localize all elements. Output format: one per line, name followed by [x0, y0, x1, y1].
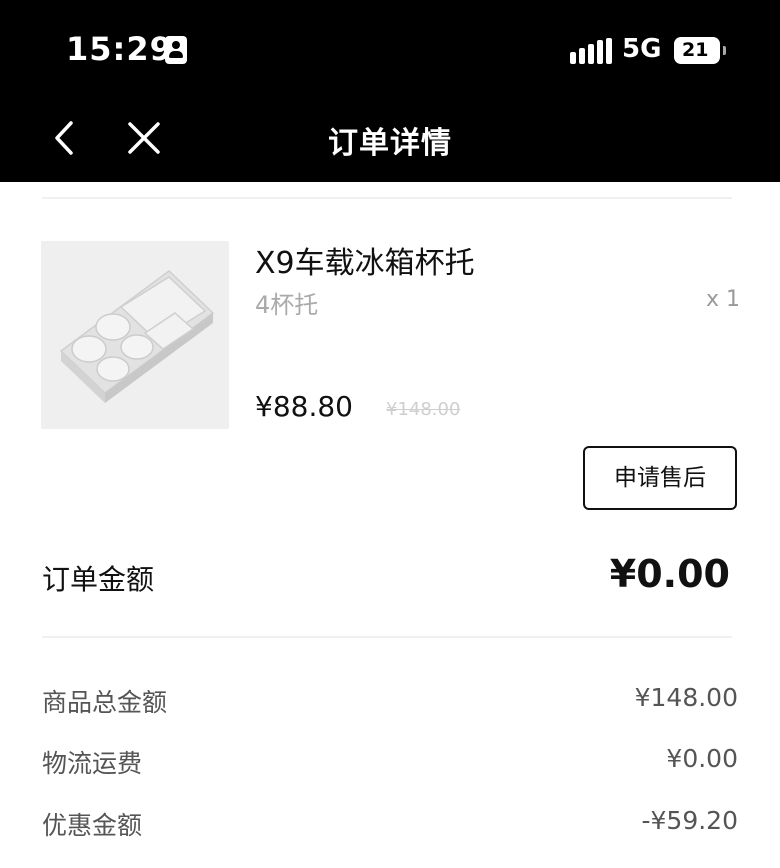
summary-row-discount: 优惠金额 -¥59.20 [42, 806, 738, 842]
summary-row-shipping: 物流运费 ¥0.00 [42, 744, 738, 780]
product-original-price: ¥148.00 [386, 399, 461, 420]
page-title: 订单详情 [328, 126, 452, 161]
nav-bar: 订单详情 [0, 100, 780, 182]
status-time: 15:29 [66, 30, 173, 68]
product-spec: 4杯托 [255, 291, 319, 319]
signal-icon [570, 38, 612, 64]
summary-label: 优惠金额 [42, 811, 143, 840]
battery-level: 21 [682, 39, 709, 61]
cup-holder-tray-image [59, 270, 215, 403]
divider [42, 636, 732, 638]
contact-card-icon [165, 36, 187, 64]
order-amount-value: ¥0.00 [609, 552, 730, 596]
apply-after-sale-button[interactable]: 申请售后 [583, 446, 737, 510]
divider [42, 197, 732, 199]
summary-label: 商品总金额 [42, 688, 168, 717]
network-type: 5G [622, 34, 662, 64]
battery-icon: 21 [674, 37, 726, 64]
summary-value: -¥59.20 [641, 806, 739, 835]
product-name[interactable]: X9车载冰箱杯托 [255, 238, 475, 282]
summary-value: ¥148.00 [634, 683, 738, 712]
product-image[interactable] [41, 241, 229, 429]
product-quantity: x 1 [706, 287, 741, 312]
product-price: ¥88.80 [255, 390, 353, 423]
summary-row-goods-total: 商品总金额 ¥148.00 [42, 683, 738, 719]
summary-value: ¥0.00 [666, 744, 738, 773]
summary-label: 物流运费 [42, 749, 143, 778]
status-bar: 15:29 5G 21 [0, 0, 780, 100]
order-amount-label: 订单金额 [42, 563, 155, 596]
